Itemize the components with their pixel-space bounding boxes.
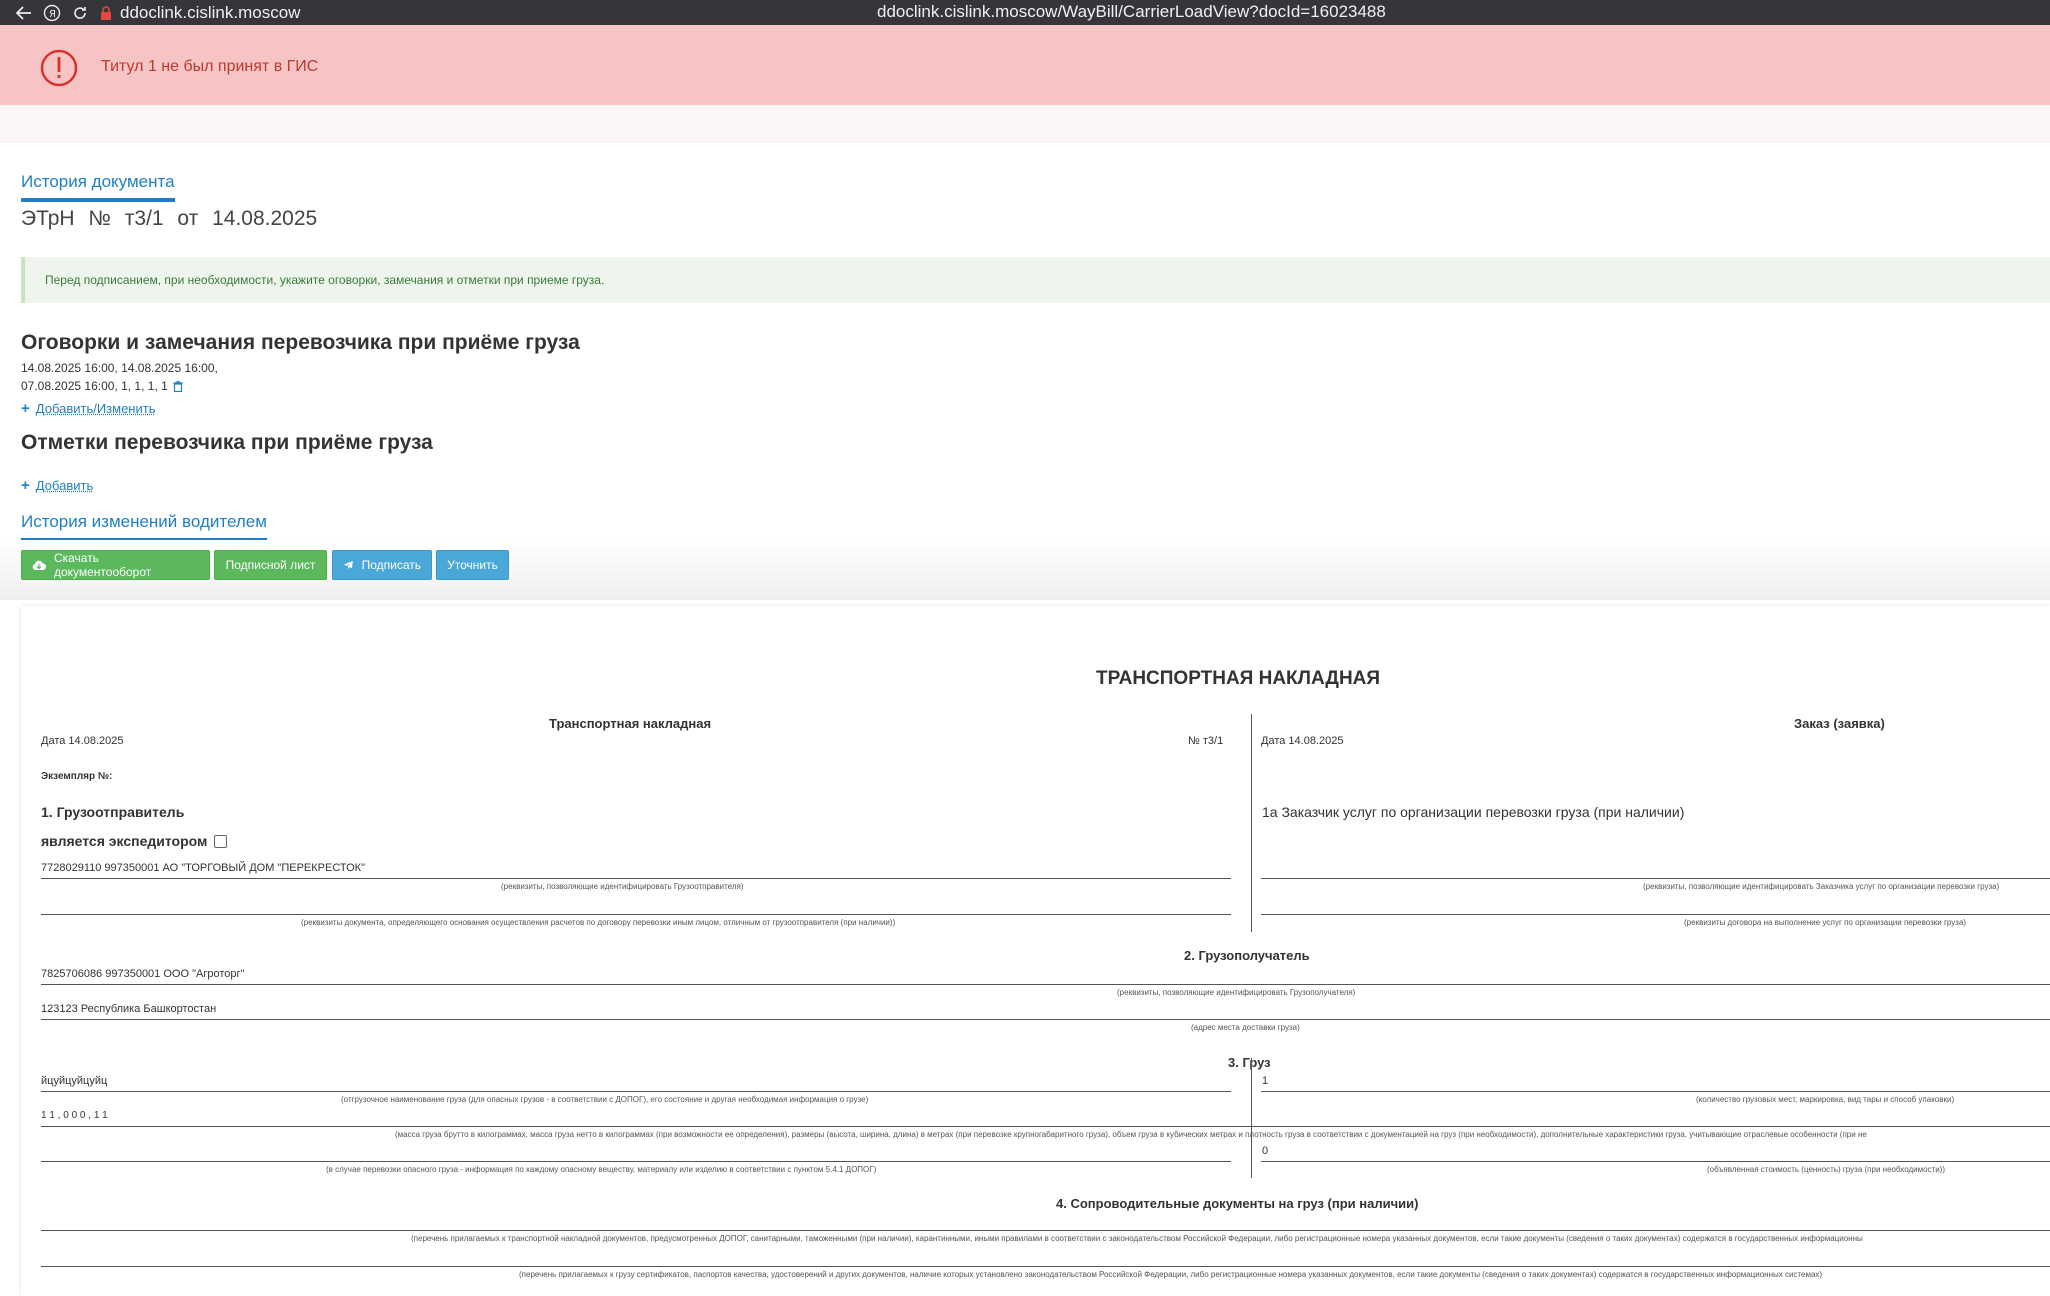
cargo-value-value: 0 bbox=[1262, 1145, 1269, 1157]
delivery-address-value: 123123 Республика Башкортостан bbox=[41, 1003, 217, 1015]
document-main-title: ТРАНСПОРТНАЯ НАКЛАДНАЯ bbox=[1096, 668, 1381, 689]
accompanying-docs-caption-1: (перечень прилагаемых к транспортной нак… bbox=[411, 1234, 1863, 1243]
shipper-heading: 1. Грузоотправитель bbox=[41, 804, 185, 820]
column-divider bbox=[1251, 714, 1252, 932]
customer-heading: 1а Заказчик услуг по организации перевоз… bbox=[1262, 804, 1685, 820]
site-domain[interactable]: ddoclink.cislink.moscow bbox=[120, 3, 300, 23]
paper-plane-icon bbox=[343, 560, 353, 570]
tab-driver-history[interactable]: История изменений водителем bbox=[21, 512, 267, 542]
order-subtitle: Заказ (заявка) bbox=[1794, 716, 1885, 731]
not-secure-icon[interactable] bbox=[98, 5, 114, 21]
forwarder-checkbox[interactable] bbox=[214, 835, 227, 848]
sign-button[interactable]: Подписать bbox=[332, 550, 432, 580]
download-docflow-button[interactable]: Скачать документооборот bbox=[21, 550, 210, 580]
clarify-label: Уточнить bbox=[447, 558, 498, 572]
shipper-doc-line bbox=[41, 914, 1231, 915]
forwarder-label: является экспедитором bbox=[41, 833, 208, 849]
cargo-name-line bbox=[41, 1091, 1231, 1092]
error-alert: Титул 1 не был принят в ГИС bbox=[0, 25, 2050, 106]
consignee-line bbox=[41, 984, 2050, 985]
alert-message: Титул 1 не был принят в ГИС bbox=[101, 58, 319, 75]
customer-contract-line bbox=[1261, 914, 2050, 915]
waybill-date: Дата 14.08.2025 bbox=[41, 735, 124, 747]
remarks-line-2-text: 07.08.2025 16:00, 1, 1, 1, 1 bbox=[21, 379, 168, 393]
remarks-heading: Оговорки и замечания перевозчика при при… bbox=[21, 331, 580, 354]
signature-sheet-button[interactable]: Подписной лист bbox=[214, 550, 327, 580]
marks-heading: Отметки перевозчика при приёме груза bbox=[21, 431, 433, 454]
cargo-value-line bbox=[1261, 1161, 2050, 1162]
cargo-places-caption: (количество грузовых мест, маркировка, в… bbox=[1696, 1095, 1955, 1104]
svg-text:Я: Я bbox=[49, 9, 56, 20]
back-icon[interactable] bbox=[10, 0, 38, 25]
plus-icon: + bbox=[21, 477, 30, 494]
cargo-value-caption: (объявленная стоимость (ценность) груза … bbox=[1707, 1165, 1946, 1174]
hint-text: Перед подписанием, при необходимости, ук… bbox=[45, 273, 605, 287]
address-bar-url[interactable]: ddoclink.cislink.moscow/WayBill/CarrierL… bbox=[877, 2, 1386, 22]
copy-number-label: Экземпляр №: bbox=[41, 771, 113, 782]
tab-document-history[interactable]: История документа bbox=[21, 172, 175, 202]
customer-contract-caption: (реквизиты договора на выполнение услуг … bbox=[1684, 918, 1967, 927]
shipper-line bbox=[41, 878, 1231, 879]
consignee-value: 7825706086 997350001 ООО "Агроторг" bbox=[41, 968, 245, 980]
cargo-mass-caption: (масса груза брутто в килограммах, масса… bbox=[395, 1130, 1867, 1139]
customer-line bbox=[1261, 878, 2050, 879]
remarks-line-2: 07.08.2025 16:00, 1, 1, 1, 1 bbox=[21, 379, 183, 393]
consignee-heading: 2. Грузополучатель bbox=[1184, 948, 1310, 963]
page-title: ЭТрН № т3/1 от 14.08.2025 bbox=[21, 207, 318, 230]
download-label: Скачать документооборот bbox=[53, 551, 152, 579]
add-marks-link[interactable]: + Добавить bbox=[21, 477, 93, 494]
trash-icon[interactable] bbox=[173, 381, 183, 393]
waybill-subtitle: Транспортная накладная bbox=[549, 716, 712, 731]
shipper-value: 7728029110 997350001 АО "ТОРГОВЫЙ ДОМ "П… bbox=[41, 862, 365, 874]
dangerous-cargo-caption: (в случае перевозки опасного груза - инф… bbox=[326, 1165, 877, 1174]
cargo-mass-value: 1 1 , 0 0 0 , 1 1 bbox=[41, 1110, 108, 1121]
shipper-doc-caption: (реквизиты документа, определяющего осно… bbox=[301, 918, 896, 927]
delivery-address-caption: (адрес места доставки груза) bbox=[1191, 1023, 1300, 1032]
cargo-mass-line bbox=[41, 1126, 2050, 1127]
cargo-heading: 3. Груз bbox=[1228, 1055, 1271, 1070]
cargo-name-value: йцуйцуйцуйц bbox=[41, 1075, 108, 1087]
order-date: Дата 14.08.2025 bbox=[1261, 735, 1344, 747]
cargo-places-line bbox=[1261, 1091, 2050, 1092]
cargo-column-divider bbox=[1251, 1058, 1252, 1178]
delivery-address-line bbox=[41, 1019, 2050, 1020]
alert-spacer bbox=[0, 105, 2050, 142]
waybill-number: № т3/1 bbox=[1188, 735, 1224, 747]
dangerous-cargo-line bbox=[41, 1161, 1231, 1162]
cargo-name-caption: (отгрузочное наименование груза (для опа… bbox=[341, 1095, 869, 1104]
consignee-caption: (реквизиты, позволяющие идентифицировать… bbox=[1117, 988, 1356, 997]
info-hint: Перед подписанием, при необходимости, ук… bbox=[21, 257, 2050, 303]
accompanying-docs-heading: 4. Сопроводительные документы на груз (п… bbox=[1056, 1196, 1419, 1211]
plus-icon: + bbox=[21, 400, 30, 417]
add-change-remarks-link[interactable]: + Добавить/Изменить bbox=[21, 400, 155, 417]
accompanying-docs-line-2 bbox=[41, 1266, 2050, 1267]
accompanying-docs-line-1 bbox=[41, 1230, 2050, 1231]
sign-label: Подписать bbox=[361, 558, 421, 572]
signature-sheet-label: Подписной лист bbox=[225, 558, 316, 572]
shipper-caption: (реквизиты, позволяющие идентифицировать… bbox=[501, 882, 744, 891]
cargo-places-value: 1 bbox=[1262, 1075, 1269, 1087]
exclamation-circle-icon bbox=[40, 49, 78, 87]
browser-logo-icon[interactable]: Я bbox=[38, 0, 66, 25]
add-change-label: Добавить/Изменить bbox=[35, 401, 156, 416]
add-label: Добавить bbox=[35, 478, 94, 493]
clarify-button[interactable]: Уточнить bbox=[436, 550, 509, 580]
cloud-download-icon bbox=[32, 560, 46, 570]
reload-icon[interactable] bbox=[66, 0, 94, 25]
remarks-line-1: 14.08.2025 16:00, 14.08.2025 16:00, bbox=[21, 361, 218, 375]
customer-caption: (реквизиты, позволяющие идентифицировать… bbox=[1643, 882, 2000, 891]
waybill-document: ТРАНСПОРТНАЯ НАКЛАДНАЯ Транспортная накл… bbox=[21, 606, 2050, 1296]
browser-toolbar: Я ddoclink.cislink.moscow ddoclink.cisli… bbox=[0, 0, 2050, 25]
accompanying-docs-caption-2: (перечень прилагаемых к грузу сертификат… bbox=[519, 1270, 1823, 1279]
